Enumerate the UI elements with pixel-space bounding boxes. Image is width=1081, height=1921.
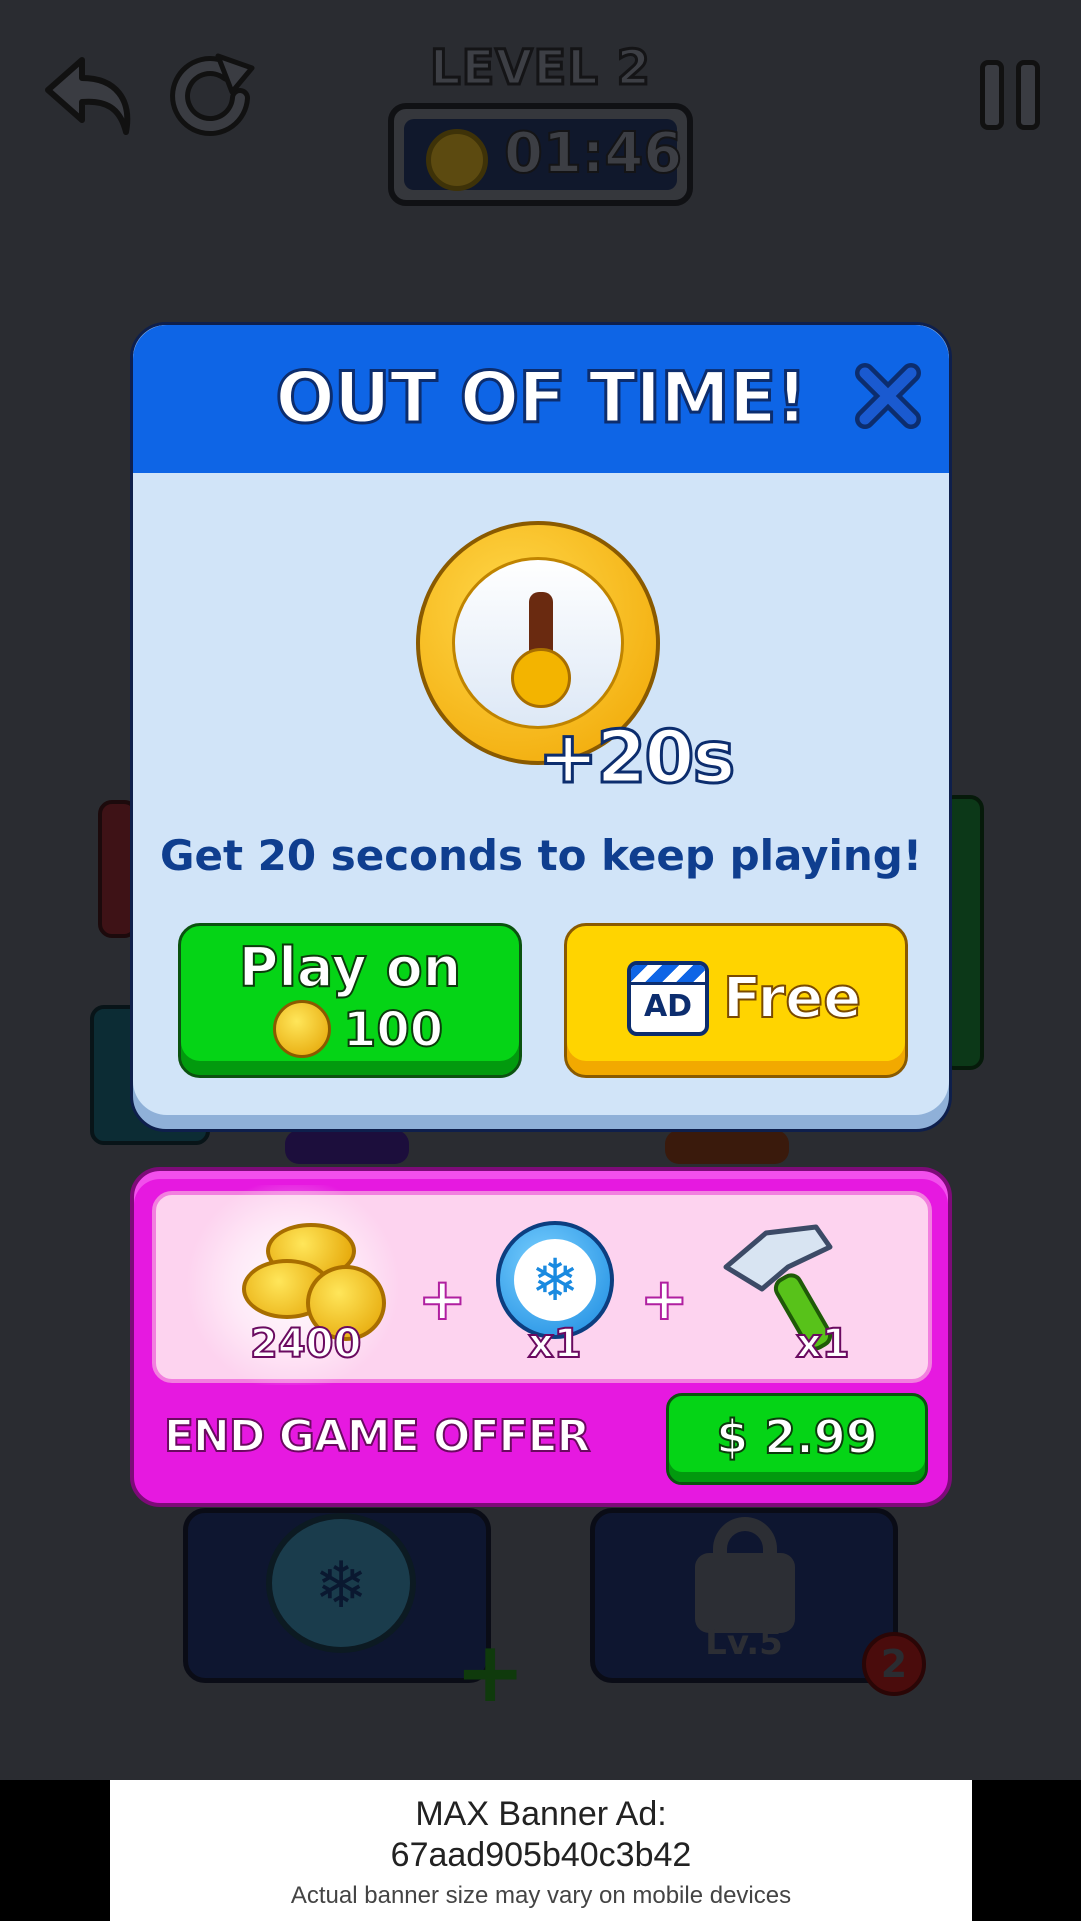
lock-icon — [695, 1553, 795, 1633]
banner-ad-area: MAX Banner Ad: 67aad905b40c3b42 Actual b… — [0, 1780, 1081, 1921]
coin-icon — [273, 1000, 331, 1058]
out-of-time-dialog: OUT OF TIME! +20s Get 20 seconds to keep… — [130, 322, 952, 1132]
board-piece — [285, 1130, 409, 1164]
timer: 01:46 — [388, 103, 693, 206]
ad-clapper-icon: AD — [627, 961, 709, 1036]
freeze-count: x1 — [527, 1320, 583, 1368]
dialog-header: OUT OF TIME! — [133, 325, 949, 473]
snowflake-icon: ❄ — [314, 1549, 368, 1623]
banner-ad-id: 67aad905b40c3b42 — [390, 1836, 692, 1874]
close-icon[interactable] — [855, 363, 921, 429]
offer-items: 2400 + ❄ x1 + x1 — [152, 1185, 932, 1385]
offer-price: $ 2.99 — [715, 1409, 879, 1465]
watch-ad-button[interactable]: AD Free — [564, 923, 908, 1078]
free-label: Free — [722, 965, 862, 1032]
banner-ad-note: Actual banner size may vary on mobile de… — [290, 1882, 792, 1909]
plus-icon: + — [417, 1264, 468, 1334]
end-game-offer: 2400 + ❄ x1 + x1 END GAME OFFER $ 2.99 — [130, 1167, 952, 1507]
game-screen: LEVEL 2 01:46 ❄ + Lv.5 2 OUT OF TIME! +2… — [0, 0, 1081, 1780]
dialog-message: Get 20 seconds to keep playing! — [160, 831, 922, 880]
freeze-booster-slot[interactable]: ❄ — [183, 1508, 491, 1683]
hammer-count: x1 — [795, 1320, 851, 1368]
lock-level-label: Lv.5 — [705, 1623, 783, 1663]
lock-count-badge: 2 — [862, 1632, 926, 1696]
snowflake-icon: ❄ — [514, 1239, 596, 1321]
banner-ad-title: MAX Banner Ad: — [415, 1795, 667, 1833]
coins-amount: 2400 — [249, 1320, 362, 1368]
buy-offer-button[interactable]: $ 2.99 — [666, 1393, 928, 1485]
add-booster-icon[interactable]: + — [455, 1630, 525, 1714]
locked-booster-slot[interactable]: Lv.5 — [590, 1508, 898, 1683]
time-bonus-label: +20s — [536, 714, 736, 801]
banner-ad[interactable]: MAX Banner Ad: 67aad905b40c3b42 Actual b… — [110, 1780, 972, 1921]
play-on-button[interactable]: Play on 100 — [178, 923, 522, 1078]
board-piece — [665, 1130, 789, 1164]
stopwatch-icon — [426, 129, 488, 191]
play-on-label: Play on — [238, 935, 462, 1000]
play-on-cost: 100 — [342, 1001, 444, 1059]
level-label: LEVEL 2 — [428, 39, 651, 98]
offer-title: END GAME OFFER — [163, 1410, 592, 1463]
plus-icon: + — [639, 1264, 690, 1334]
dialog-title: OUT OF TIME! — [274, 356, 809, 441]
timer-text: 01:46 — [503, 120, 683, 187]
